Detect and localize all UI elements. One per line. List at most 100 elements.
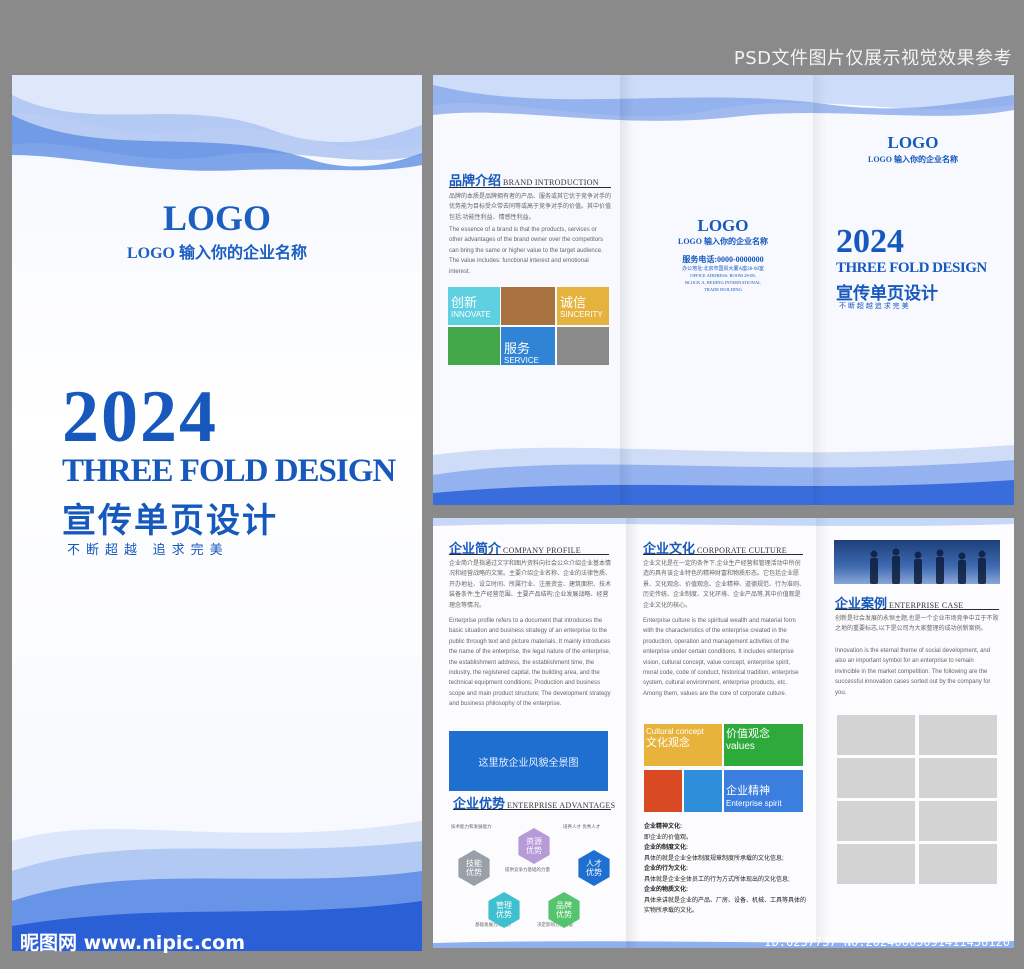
brand-tile-brown (501, 287, 555, 325)
cover-title-en: THREE FOLD DESIGN (62, 453, 396, 489)
profile-image-placeholder: 这里放企业风貌全景图 (449, 731, 608, 791)
brand-tile-sincerity: 诚信 SINCERITY (557, 287, 609, 325)
culture-list-text-4: 具体来讲就是企业的产品、厂房、设备、机械、工具等具体的实物所承载的文化。 (644, 897, 807, 915)
watermark-top-text: PSD文件图片仅展示视觉效果参考 (733, 48, 1012, 69)
brand-title-en: BRAND INTRODUCTION (503, 178, 599, 187)
culture-tile-cultural-concept: Cultural concept 文化观念 (644, 724, 722, 766)
inside-fold-right (816, 518, 830, 948)
advantage-hex-label-1-2: 优势 (466, 867, 482, 877)
culture-tile-cultural-concept-en: Cultural concept (646, 727, 704, 736)
culture-list-head-1: 企业精神文化: (644, 824, 682, 830)
front-slogan: 不 断 超 越 追 求 完 美 (839, 303, 909, 310)
cover-title-cn: 宣传单页设计 (62, 503, 278, 540)
advantage-hex-label-3-1: 人才 (586, 858, 602, 868)
back-address-en-2: BLOCK A, BEIJING INTERNATIONAL (685, 280, 761, 285)
advantages-hexagons: 技能优势资源优势人才优势管理优势品牌优势 (458, 828, 610, 928)
advantage-hex-label-2-1: 资源 (526, 836, 542, 846)
cover-slogan: 不断超越 追求完美 (67, 542, 229, 557)
case-title-rule (835, 609, 999, 610)
culture-tile-blue (684, 770, 722, 812)
cover-company-name: LOGO 输入你的企业名称 (126, 245, 307, 262)
brand-tile-innovate-cn: 创新 (451, 295, 478, 310)
culture-list-head-4: 企业的物质文化: (644, 887, 688, 893)
cover-year: 2024 (62, 376, 218, 458)
watermark-id: ID:6237737 NO:20240605091411458120 (764, 935, 1010, 949)
brand-paragraph-en: The essence of a brand is that the produ… (449, 227, 604, 275)
front-company-name: LOGO 输入你的企业名称 (867, 155, 958, 164)
culture-paragraph-cn: 企业文化是在一定的条件下,企业生产经营和管理活动中所创造的具有该企业特色的精神财… (643, 561, 806, 609)
culture-list-head-2: 企业的制度文化: (644, 845, 688, 851)
case-image-4 (919, 758, 997, 798)
culture-tile-values: 价值观念 values (724, 724, 803, 766)
people-silhouette-icon (870, 548, 986, 584)
profile-paragraph-en: Enterprise profile refers to a document … (449, 618, 611, 708)
advantage-hex-label-1-1: 技能 (466, 858, 482, 868)
case-image-7 (837, 844, 915, 884)
case-paragraph-cn: 创新是社会发展的永恒主题,也是一个企业市场竞争中立于不败之地的重要标志,以下是公… (835, 616, 999, 633)
profile-image-placeholder-text: 这里放企业风貌全景图 (478, 757, 579, 769)
culture-list-text-2: 具体的就是企业全体制度规章制度所承载的文化信息; (644, 855, 784, 862)
case-image-3 (837, 758, 915, 798)
culture-tile-values-cn: 价值观念 (726, 728, 770, 740)
case-image-5 (837, 801, 915, 841)
advantage-hex-5: 品牌优势 (548, 892, 580, 928)
back-address: 办公地址:北京市国贸大厦A座28-08室 (682, 267, 764, 272)
case-image-6 (919, 801, 997, 841)
back-address-en-1: OFFICE ADDRESS: ROOM 28-08, (690, 273, 756, 278)
culture-paragraph-en: Enterprise culture is the spiritual weal… (643, 618, 799, 697)
fold-shadow-left (620, 75, 634, 505)
advantage-hex-label-4-2: 优势 (496, 909, 512, 919)
advantage-hex-label-4-1: 管理 (496, 900, 512, 910)
back-company-name: LOGO 输入你的企业名称 (677, 237, 768, 246)
culture-list-text-1: 即企业的价值观。 (644, 834, 693, 841)
fold-shadow-right (813, 75, 827, 505)
back-address-en-3: TRADE BUILDING (704, 287, 742, 292)
brand-tile-sincerity-cn: 诚信 (560, 295, 587, 310)
case-image-8 (919, 844, 997, 884)
front-year: 2024 (836, 223, 904, 260)
culture-tile-enterprise-spirit: 企业精神 Enterprise spirit (724, 770, 803, 812)
outside-top-waves (433, 75, 1014, 121)
inside-top-waves (433, 518, 1014, 526)
profile-title-rule (449, 554, 609, 555)
case-image-1 (837, 715, 915, 755)
case-image-2 (919, 715, 997, 755)
culture-tile-values-en: values (726, 741, 755, 752)
front-title-en: THREE FOLD DESIGN (836, 260, 987, 276)
case-photo (834, 540, 1000, 584)
culture-tile-red (644, 770, 682, 812)
culture-list-text-3: 具体就是企业全体员工的行为方式所体现出的文化信息; (644, 876, 790, 883)
advantage-hex-1: 技能优势 (458, 850, 490, 886)
brand-tile-service-cn: 服务 (504, 341, 531, 356)
brand-paragraph-cn: 品牌的本质是品牌拥有者的产品、服务或其它优于竞争对手的优势能为目标受众带去同等或… (449, 194, 612, 221)
outside-bottom-waves (433, 445, 1014, 505)
culture-title-rule (643, 554, 803, 555)
cover-panel: LOGO LOGO 输入你的企业名称 2024 THREE FOLD DESIG… (12, 75, 422, 951)
outside-spread: 品牌介绍 BRAND INTRODUCTION 品牌的本质是品牌拥有者的产品、服务… (433, 75, 1014, 505)
advantage-hex-label-5-2: 优势 (556, 909, 572, 919)
advantage-hex-3: 人才优势 (578, 850, 610, 886)
culture-list: 企业精神文化: 即企业的价值观。 企业的制度文化: 具体的就是企业全体制度规章制… (644, 822, 810, 917)
brand-tile-sincerity-en: SINCERITY (560, 310, 603, 319)
case-paragraph-en: Innovation is the eternal theme of socia… (835, 648, 991, 696)
watermark-site-logo: 昵图网 www.nipic.com (20, 932, 246, 954)
culture-list-head-3: 企业的行为文化: (644, 866, 688, 872)
brand-tile-innovate: 创新 INNOVATE (448, 287, 500, 325)
advantage-hex-label-2-2: 优势 (526, 845, 542, 855)
advantage-hex-label-3-2: 优势 (586, 867, 602, 877)
brand-title-cn: 品牌介绍 (449, 173, 502, 188)
advantages-title-rule (453, 809, 611, 810)
front-logo: LOGO (887, 133, 939, 152)
inside-fold-left (626, 518, 640, 948)
brand-title-rule (449, 187, 611, 188)
cover-logo: LOGO (162, 198, 272, 238)
culture-tile-enterprise-spirit-cn: 企业精神 (726, 785, 770, 797)
brand-tile-service-en: SERVICE (504, 356, 539, 365)
brand-tile-gray (557, 327, 609, 365)
cover-top-waves (12, 75, 422, 171)
advantage-hex-label-5-1: 品牌 (556, 900, 572, 910)
culture-tile-cultural-concept-cn: 文化观念 (646, 737, 690, 749)
brand-tile-service: 服务 SERVICE (501, 327, 555, 365)
inside-spread: 企业简介 COMPANY PROFILE 企业简介是指通过文字和图片资料向社会公众… (433, 518, 1014, 948)
advantage-hex-4: 管理优势 (488, 892, 520, 928)
